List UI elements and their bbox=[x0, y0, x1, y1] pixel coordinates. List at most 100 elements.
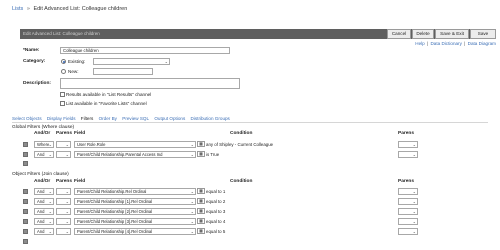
help-link-separator: | bbox=[427, 41, 429, 46]
chevron-down-icon: ⌄ bbox=[190, 152, 194, 157]
global-row-andor: Where bbox=[37, 142, 50, 147]
object-row-andor-select[interactable]: And ⌄ bbox=[34, 198, 54, 205]
global-row-condition[interactable]: is True bbox=[206, 152, 219, 157]
condition-grid-icon[interactable]: ▦ bbox=[197, 141, 205, 147]
global-row-parens-select[interactable]: ⌄ bbox=[56, 141, 71, 148]
breadcrumb-lists-link[interactable]: Lists bbox=[12, 6, 23, 12]
new-category-input[interactable] bbox=[93, 68, 153, 75]
global-row-field: Parent/Child Relationship.Parental Acces… bbox=[77, 152, 163, 157]
condition-grid-icon[interactable]: ▦ bbox=[197, 208, 205, 214]
results-channel-checkbox[interactable] bbox=[60, 92, 65, 97]
chevron-down-icon: ⌄ bbox=[65, 142, 69, 147]
object-row-andor: And bbox=[37, 229, 45, 234]
tab-output-options[interactable]: Output Options bbox=[154, 116, 185, 121]
condition-grid-icon[interactable]: ▦ bbox=[197, 151, 205, 157]
global-row-parens-select[interactable]: ⌄ bbox=[56, 151, 71, 158]
object-row-field-select[interactable]: Parent/Child Relationship [2].Rel Ordina… bbox=[74, 208, 196, 215]
global-row-parens-right-select[interactable]: ⌄ bbox=[398, 151, 418, 158]
existing-radio[interactable] bbox=[61, 59, 66, 64]
global-row-condition[interactable]: any of Shipley - Current Colleague bbox=[206, 142, 273, 147]
add-row-icon[interactable] bbox=[23, 239, 28, 244]
chevron-down-icon: ⌄ bbox=[190, 219, 194, 224]
existing-label: Existing: bbox=[68, 59, 86, 64]
favorite-channel-checkbox[interactable] bbox=[60, 101, 65, 106]
global-row-field-select[interactable]: Parent/Child Relationship.Parental Acces… bbox=[74, 151, 196, 158]
object-row-andor: And bbox=[37, 219, 45, 224]
object-row-parens-right-select[interactable]: ⌄ bbox=[398, 228, 418, 235]
remove-row-icon[interactable] bbox=[23, 199, 28, 204]
global-col-parens-right: Parens bbox=[398, 131, 414, 136]
description-label: Description: bbox=[23, 81, 51, 86]
object-row-parens-right-select[interactable]: ⌄ bbox=[398, 198, 418, 205]
condition-grid-icon[interactable]: ▦ bbox=[197, 228, 205, 234]
object-row-field-select[interactable]: Parent/Child Relationship [4].Rel Ordina… bbox=[74, 228, 196, 235]
breadcrumb: Lists » Edit Advanced List: Colleague ch… bbox=[12, 6, 127, 12]
description-input[interactable] bbox=[60, 78, 240, 89]
object-row-condition[interactable]: equal to 4 bbox=[206, 219, 225, 224]
object-row-andor-select[interactable]: And ⌄ bbox=[34, 218, 54, 225]
data-dictionary-link[interactable]: Data Dictionary bbox=[430, 41, 461, 46]
remove-row-icon[interactable] bbox=[23, 219, 28, 224]
object-row-parens-select[interactable]: ⌄ bbox=[56, 228, 71, 235]
global-row-andor-select[interactable]: And ⌄ bbox=[34, 151, 54, 158]
remove-row-icon[interactable] bbox=[23, 209, 28, 214]
chevron-down-icon: ⌄ bbox=[190, 229, 194, 234]
global-row-parens-right-select[interactable]: ⌄ bbox=[398, 141, 418, 148]
object-row-andor-select[interactable]: And ⌄ bbox=[34, 208, 54, 215]
delete-button[interactable]: Delete bbox=[412, 29, 434, 39]
condition-grid-icon[interactable]: ▦ bbox=[197, 218, 205, 224]
condition-grid-icon[interactable]: ▦ bbox=[197, 198, 205, 204]
name-input[interactable]: Colleague children bbox=[60, 47, 230, 54]
tab-preview-sql[interactable]: Preview SQL bbox=[122, 116, 149, 121]
object-row-field-select[interactable]: Parent/Child Relationship [1].Rel Ordina… bbox=[74, 198, 196, 205]
help-link[interactable]: Help bbox=[415, 41, 424, 46]
object-row-parens-select[interactable]: ⌄ bbox=[56, 218, 71, 225]
data-diagram-link[interactable]: Data Diagram bbox=[468, 41, 496, 46]
remove-row-icon[interactable] bbox=[23, 142, 28, 147]
object-row-andor-select[interactable]: And ⌄ bbox=[34, 228, 54, 235]
object-row-field-select[interactable]: Parent/Child Relationship [3].Rel Ordina… bbox=[74, 218, 196, 225]
object-row-andor-select[interactable]: And ⌄ bbox=[34, 188, 54, 195]
tab-select-objects[interactable]: Select Objects bbox=[12, 116, 42, 121]
object-row-parens-select[interactable]: ⌄ bbox=[56, 198, 71, 205]
new-radio[interactable] bbox=[61, 69, 66, 74]
remove-row-icon[interactable] bbox=[23, 189, 28, 194]
object-row-andor: And bbox=[37, 189, 45, 194]
save-exit-button[interactable]: Save & Exit bbox=[435, 29, 469, 39]
object-row-condition[interactable]: equal to 5 bbox=[206, 229, 225, 234]
object-row-parens-right-select[interactable]: ⌄ bbox=[398, 188, 418, 195]
object-row-parens-select[interactable]: ⌄ bbox=[56, 188, 71, 195]
cancel-button[interactable]: Cancel bbox=[387, 29, 411, 39]
chevron-down-icon: ⌄ bbox=[412, 229, 416, 234]
chevron-down-icon: ⌄ bbox=[48, 189, 52, 194]
breadcrumb-separator: » bbox=[26, 6, 30, 12]
tab-filters[interactable]: Filters bbox=[81, 116, 94, 121]
object-row-parens-right-select[interactable]: ⌄ bbox=[398, 208, 418, 215]
chevron-down-icon: ⌄ bbox=[412, 152, 416, 157]
tab-distribution-groups[interactable]: Distribution Groups bbox=[191, 116, 230, 121]
condition-grid-icon[interactable]: ▦ bbox=[197, 188, 205, 194]
object-row-field: Parent/Child Relationship.Rel Ordinal bbox=[77, 189, 147, 194]
object-filters-title: Object Filters (Join clause) bbox=[12, 172, 69, 177]
global-row-field: User Role.Role bbox=[77, 142, 106, 147]
tab-display-fields[interactable]: Display Fields bbox=[47, 116, 76, 121]
global-col-andor: And/Or bbox=[34, 131, 51, 136]
object-row-parens-select[interactable]: ⌄ bbox=[56, 208, 71, 215]
add-row-icon[interactable] bbox=[23, 161, 28, 166]
remove-row-icon[interactable] bbox=[23, 229, 28, 234]
global-row-andor-select[interactable]: Where ⌄ bbox=[34, 141, 54, 148]
global-row-field-select[interactable]: User Role.Role ⌄ bbox=[74, 141, 196, 148]
global-col-condition: Condition bbox=[230, 131, 253, 136]
object-row-parens-right-select[interactable]: ⌄ bbox=[398, 218, 418, 225]
category-select[interactable]: ⌄ bbox=[93, 58, 170, 65]
global-col-parens: Parens bbox=[56, 131, 72, 136]
object-row-condition[interactable]: equal to 2 bbox=[206, 199, 225, 204]
save-button[interactable]: Save bbox=[470, 29, 496, 39]
object-row-condition[interactable]: equal to 1 bbox=[206, 189, 225, 194]
object-row-condition[interactable]: equal to 3 bbox=[206, 209, 225, 214]
remove-row-icon[interactable] bbox=[23, 152, 28, 157]
tab-order-by[interactable]: Order By bbox=[99, 116, 117, 121]
object-row-field-select[interactable]: Parent/Child Relationship.Rel Ordinal ⌄ bbox=[74, 188, 196, 195]
chevron-down-icon: ⌄ bbox=[48, 199, 52, 204]
chevron-down-icon: ⌄ bbox=[190, 209, 194, 214]
